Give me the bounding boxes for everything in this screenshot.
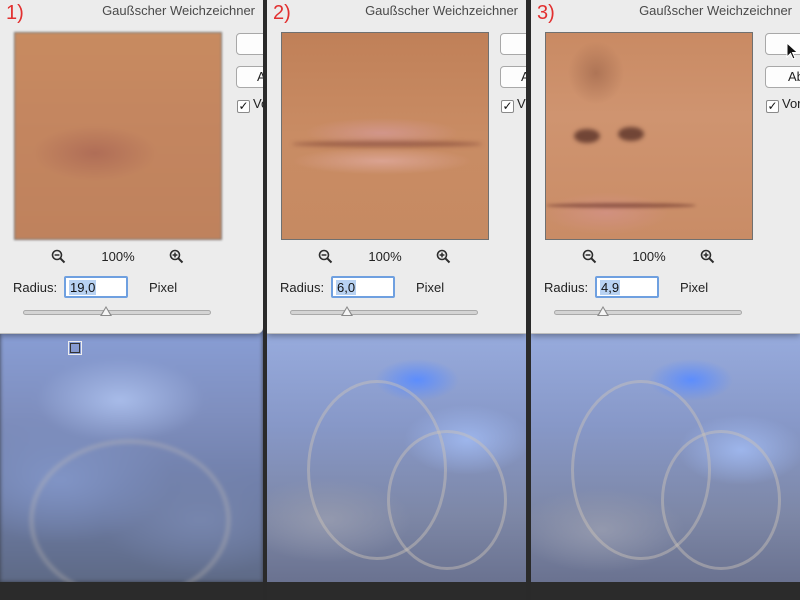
radius-input[interactable]: 4,9	[595, 276, 659, 298]
radius-slider[interactable]	[290, 306, 478, 316]
radius-slider[interactable]	[23, 306, 211, 316]
radius-slider-thumb[interactable]	[597, 306, 610, 316]
preview-checkbox[interactable]: ✓Vo	[237, 96, 263, 113]
gaussian-blur-dialog: 1) Gaußscher Weichzeichner 100% Radius: …	[0, 0, 263, 334]
ok-button[interactable]	[500, 33, 526, 55]
radius-value: 4,9	[600, 280, 621, 295]
radius-slider[interactable]	[554, 306, 742, 316]
selection-marker[interactable]	[68, 341, 82, 355]
preview-detail	[546, 203, 696, 208]
checkmark-icon[interactable]: ✓	[766, 100, 779, 113]
veil-streak	[661, 430, 781, 570]
preview-checkbox[interactable]: ✓ Vor	[766, 96, 800, 113]
canvas-bottom-bar	[267, 582, 526, 600]
zoom-level: 100%	[368, 249, 402, 264]
checkmark-icon[interactable]: ✓	[501, 100, 514, 113]
cancel-button[interactable]: Ab	[765, 66, 800, 88]
blur-preview[interactable]	[545, 32, 753, 240]
zoom-controls: 100%	[545, 246, 753, 266]
radius-unit-label: Pixel	[680, 280, 709, 295]
veil-streak	[387, 430, 507, 570]
preview-checkbox-label: Vo	[253, 96, 263, 111]
gaussian-blur-dialog: 2) Gaußscher Weichzeichner 100% Radius: …	[267, 0, 526, 334]
dialog-title: Gaußscher Weichzeichner	[639, 3, 792, 18]
cancel-button[interactable]: A	[500, 66, 526, 88]
zoom-in-icon[interactable]	[435, 248, 451, 264]
zoom-controls: 100%	[14, 246, 222, 266]
dialog-title: Gaußscher Weichzeichner	[102, 3, 255, 18]
blur-preview[interactable]	[14, 32, 222, 240]
radius-row: Radius: 4,9 Pixel	[544, 276, 774, 298]
radius-value: 6,0	[336, 280, 357, 295]
zoom-in-icon[interactable]	[699, 248, 715, 264]
mouse-pointer-icon	[786, 41, 800, 60]
preview-detail	[574, 129, 600, 143]
preview-checkbox-label: V	[517, 96, 526, 111]
zoom-in-icon[interactable]	[168, 248, 184, 264]
ok-button[interactable]	[236, 33, 263, 55]
preview-checkbox-label: Vor	[782, 96, 800, 111]
blur-preview[interactable]	[281, 32, 489, 240]
preview-detail	[618, 127, 644, 141]
radius-row: Radius: 19,0 Pixel	[13, 276, 243, 298]
zoom-level: 100%	[632, 249, 666, 264]
radius-label: Radius:	[13, 280, 58, 295]
preview-detail	[292, 141, 482, 147]
canvas-bottom-bar	[531, 582, 800, 600]
radius-value: 19,0	[69, 280, 97, 295]
radius-unit-label: Pixel	[416, 280, 445, 295]
preview-checkbox[interactable]: ✓ V	[501, 96, 526, 113]
radius-unit-label: Pixel	[149, 280, 178, 295]
cancel-button[interactable]: Ab	[236, 66, 263, 88]
gaussian-blur-dialog: 3) Gaußscher Weichzeichner 100% Radius: …	[531, 0, 800, 334]
radius-row: Radius: 6,0 Pixel	[280, 276, 510, 298]
comparison-panel-3: 3) Gaußscher Weichzeichner 100% Radius: …	[531, 0, 800, 600]
radius-input[interactable]: 19,0	[64, 276, 128, 298]
checkmark-icon[interactable]: ✓	[237, 100, 250, 113]
radius-label: Radius:	[280, 280, 325, 295]
radius-label: Radius:	[544, 280, 589, 295]
dialog-title: Gaußscher Weichzeichner	[365, 3, 518, 18]
zoom-level: 100%	[101, 249, 135, 264]
radius-input[interactable]: 6,0	[331, 276, 395, 298]
blurred-streak	[30, 440, 230, 600]
comparison-panel-1: 1) Gaußscher Weichzeichner 100% Radius: …	[0, 0, 263, 600]
canvas-background	[531, 320, 800, 582]
canvas-background	[267, 320, 526, 582]
zoom-controls: 100%	[281, 246, 489, 266]
canvas-bottom-bar	[0, 582, 263, 600]
canvas-background	[0, 320, 263, 600]
radius-slider-thumb[interactable]	[99, 306, 112, 316]
comparison-panel-2: 2) Gaußscher Weichzeichner 100% Radius: …	[267, 0, 526, 600]
radius-slider-thumb[interactable]	[340, 306, 353, 316]
